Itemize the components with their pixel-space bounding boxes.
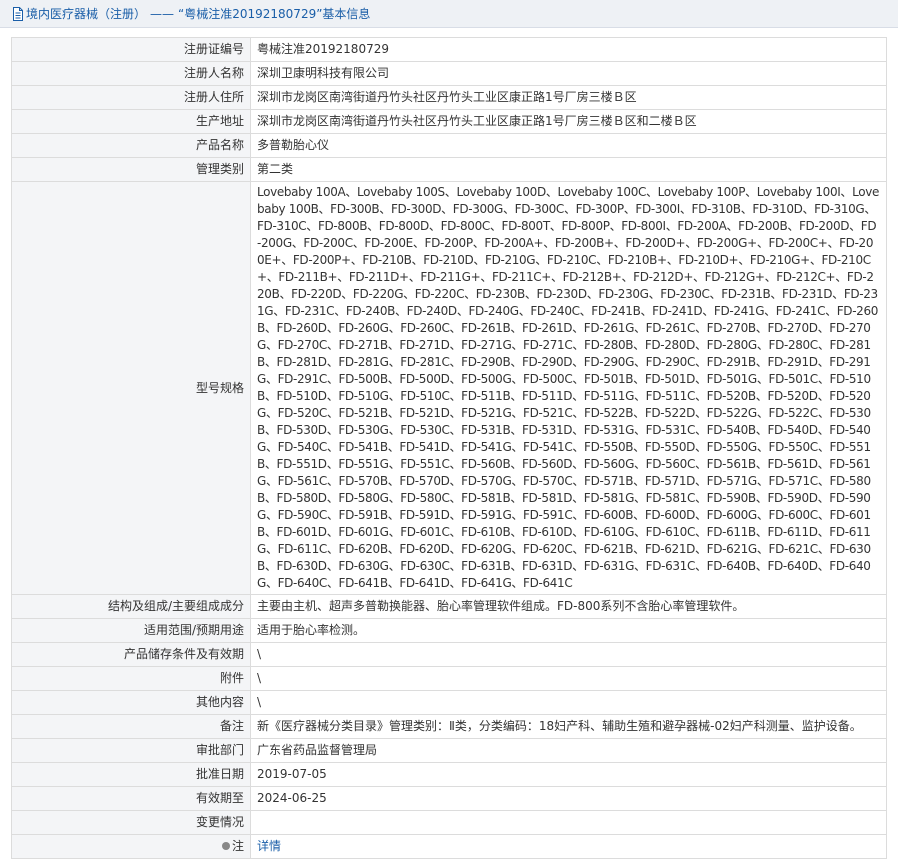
table-row: 附件 \ [11,666,887,691]
row-label-approval-date: 批准日期 [11,762,251,787]
row-label-registration-no: 注册证编号 [11,37,251,62]
table-row: 其他内容 \ [11,690,887,715]
table-row: 生产地址 深圳市龙岗区南湾街道丹竹头社区丹竹头工业区康正路1号厂房三楼Ｂ区和二楼… [11,109,887,134]
row-label-management-class: 管理类别 [11,157,251,182]
row-label-accessories: 附件 [11,666,251,691]
row-label-registrant-address: 注册人住所 [11,85,251,110]
table-row: 结构及组成/主要组成成分 主要由主机、超声多普勒换能器、胎心率管理软件组成。FD… [11,594,887,619]
row-label-note: 注 [11,834,251,859]
detail-table: 注册证编号 粤械注准20192180729 注册人名称 深圳卫康明科技有限公司 … [11,37,887,859]
row-label-change-info: 变更情况 [11,810,251,835]
pin-icon [221,842,230,850]
row-value-registration-no: 粤械注准20192180729 [250,37,887,62]
row-label-production-address: 生产地址 [11,109,251,134]
row-value-valid-until: 2024-06-25 [250,786,887,811]
table-row: 产品储存条件及有效期 \ [11,642,887,667]
table-row: 管理类别 第二类 [11,157,887,182]
table-row: 批准日期 2019-07-05 [11,762,887,787]
row-value-remarks: 新《医疗器械分类目录》管理类别：Ⅱ类，分类编码：18妇产科、辅助生殖和避孕器械-… [250,714,887,739]
table-row: 注册证编号 粤械注准20192180729 [11,37,887,62]
breadcrumb-separator: —— [150,6,175,21]
detail-table-container: 注册证编号 粤械注准20192180729 注册人名称 深圳卫康明科技有限公司 … [11,37,887,859]
table-row: 产品名称 多普勒胎心仪 [11,133,887,158]
table-row: 有效期至 2024-06-25 [11,786,887,811]
row-value-structure: 主要由主机、超声多普勒换能器、胎心率管理软件组成。FD-800系列不含胎心率管理… [250,594,887,619]
breadcrumb-link-domestic-devices[interactable]: 境内医疗器械（注册） [26,5,146,22]
breadcrumb: 境内医疗器械（注册） —— “粤械注准20192180729”基本信息 [0,0,898,28]
row-value-other: \ [250,690,887,715]
document-icon [13,6,23,21]
table-row: 型号规格 Lovebaby 100A、Lovebaby 100S、Lovebab… [11,181,887,595]
table-row: 注 详情 [11,834,887,859]
row-value-approval-dept: 广东省药品监督管理局 [250,738,887,763]
details-link[interactable]: 详情 [257,839,281,853]
table-row: 注册人名称 深圳卫康明科技有限公司 [11,61,887,86]
row-label-valid-until: 有效期至 [11,786,251,811]
row-value-management-class: 第二类 [250,157,887,182]
row-label-other: 其他内容 [11,690,251,715]
page-title: “粤械注准20192180729”基本信息 [178,7,371,21]
row-value-approval-date: 2019-07-05 [250,762,887,787]
row-label-structure: 结构及组成/主要组成成分 [11,594,251,619]
row-label-product-name: 产品名称 [11,133,251,158]
row-value-accessories: \ [250,666,887,691]
row-label-approval-dept: 审批部门 [11,738,251,763]
row-value-registrant-name: 深圳卫康明科技有限公司 [250,61,887,86]
row-value-product-name: 多普勒胎心仪 [250,133,887,158]
note-label-text: 注 [231,839,244,853]
row-value-change-info [250,810,887,835]
table-row: 备注 新《医疗器械分类目录》管理类别：Ⅱ类，分类编码：18妇产科、辅助生殖和避孕… [11,714,887,739]
row-label-models: 型号规格 [11,181,251,595]
row-value-registrant-address: 深圳市龙岗区南湾街道丹竹头社区丹竹头工业区康正路1号厂房三楼Ｂ区 [250,85,887,110]
table-row: 注册人住所 深圳市龙岗区南湾街道丹竹头社区丹竹头工业区康正路1号厂房三楼Ｂ区 [11,85,887,110]
row-value-production-address: 深圳市龙岗区南湾街道丹竹头社区丹竹头工业区康正路1号厂房三楼Ｂ区和二楼Ｂ区 [250,109,887,134]
table-row: 审批部门 广东省药品监督管理局 [11,738,887,763]
row-value-note: 详情 [250,834,887,859]
row-value-storage: \ [250,642,887,667]
row-label-storage: 产品储存条件及有效期 [11,642,251,667]
row-label-registrant-name: 注册人名称 [11,61,251,86]
row-value-intended-use: 适用于胎心率检测。 [250,618,887,643]
row-label-intended-use: 适用范围/预期用途 [11,618,251,643]
table-row: 变更情况 [11,810,887,835]
row-value-models: Lovebaby 100A、Lovebaby 100S、Lovebaby 100… [250,181,887,595]
table-row: 适用范围/预期用途 适用于胎心率检测。 [11,618,887,643]
row-label-remarks: 备注 [11,714,251,739]
